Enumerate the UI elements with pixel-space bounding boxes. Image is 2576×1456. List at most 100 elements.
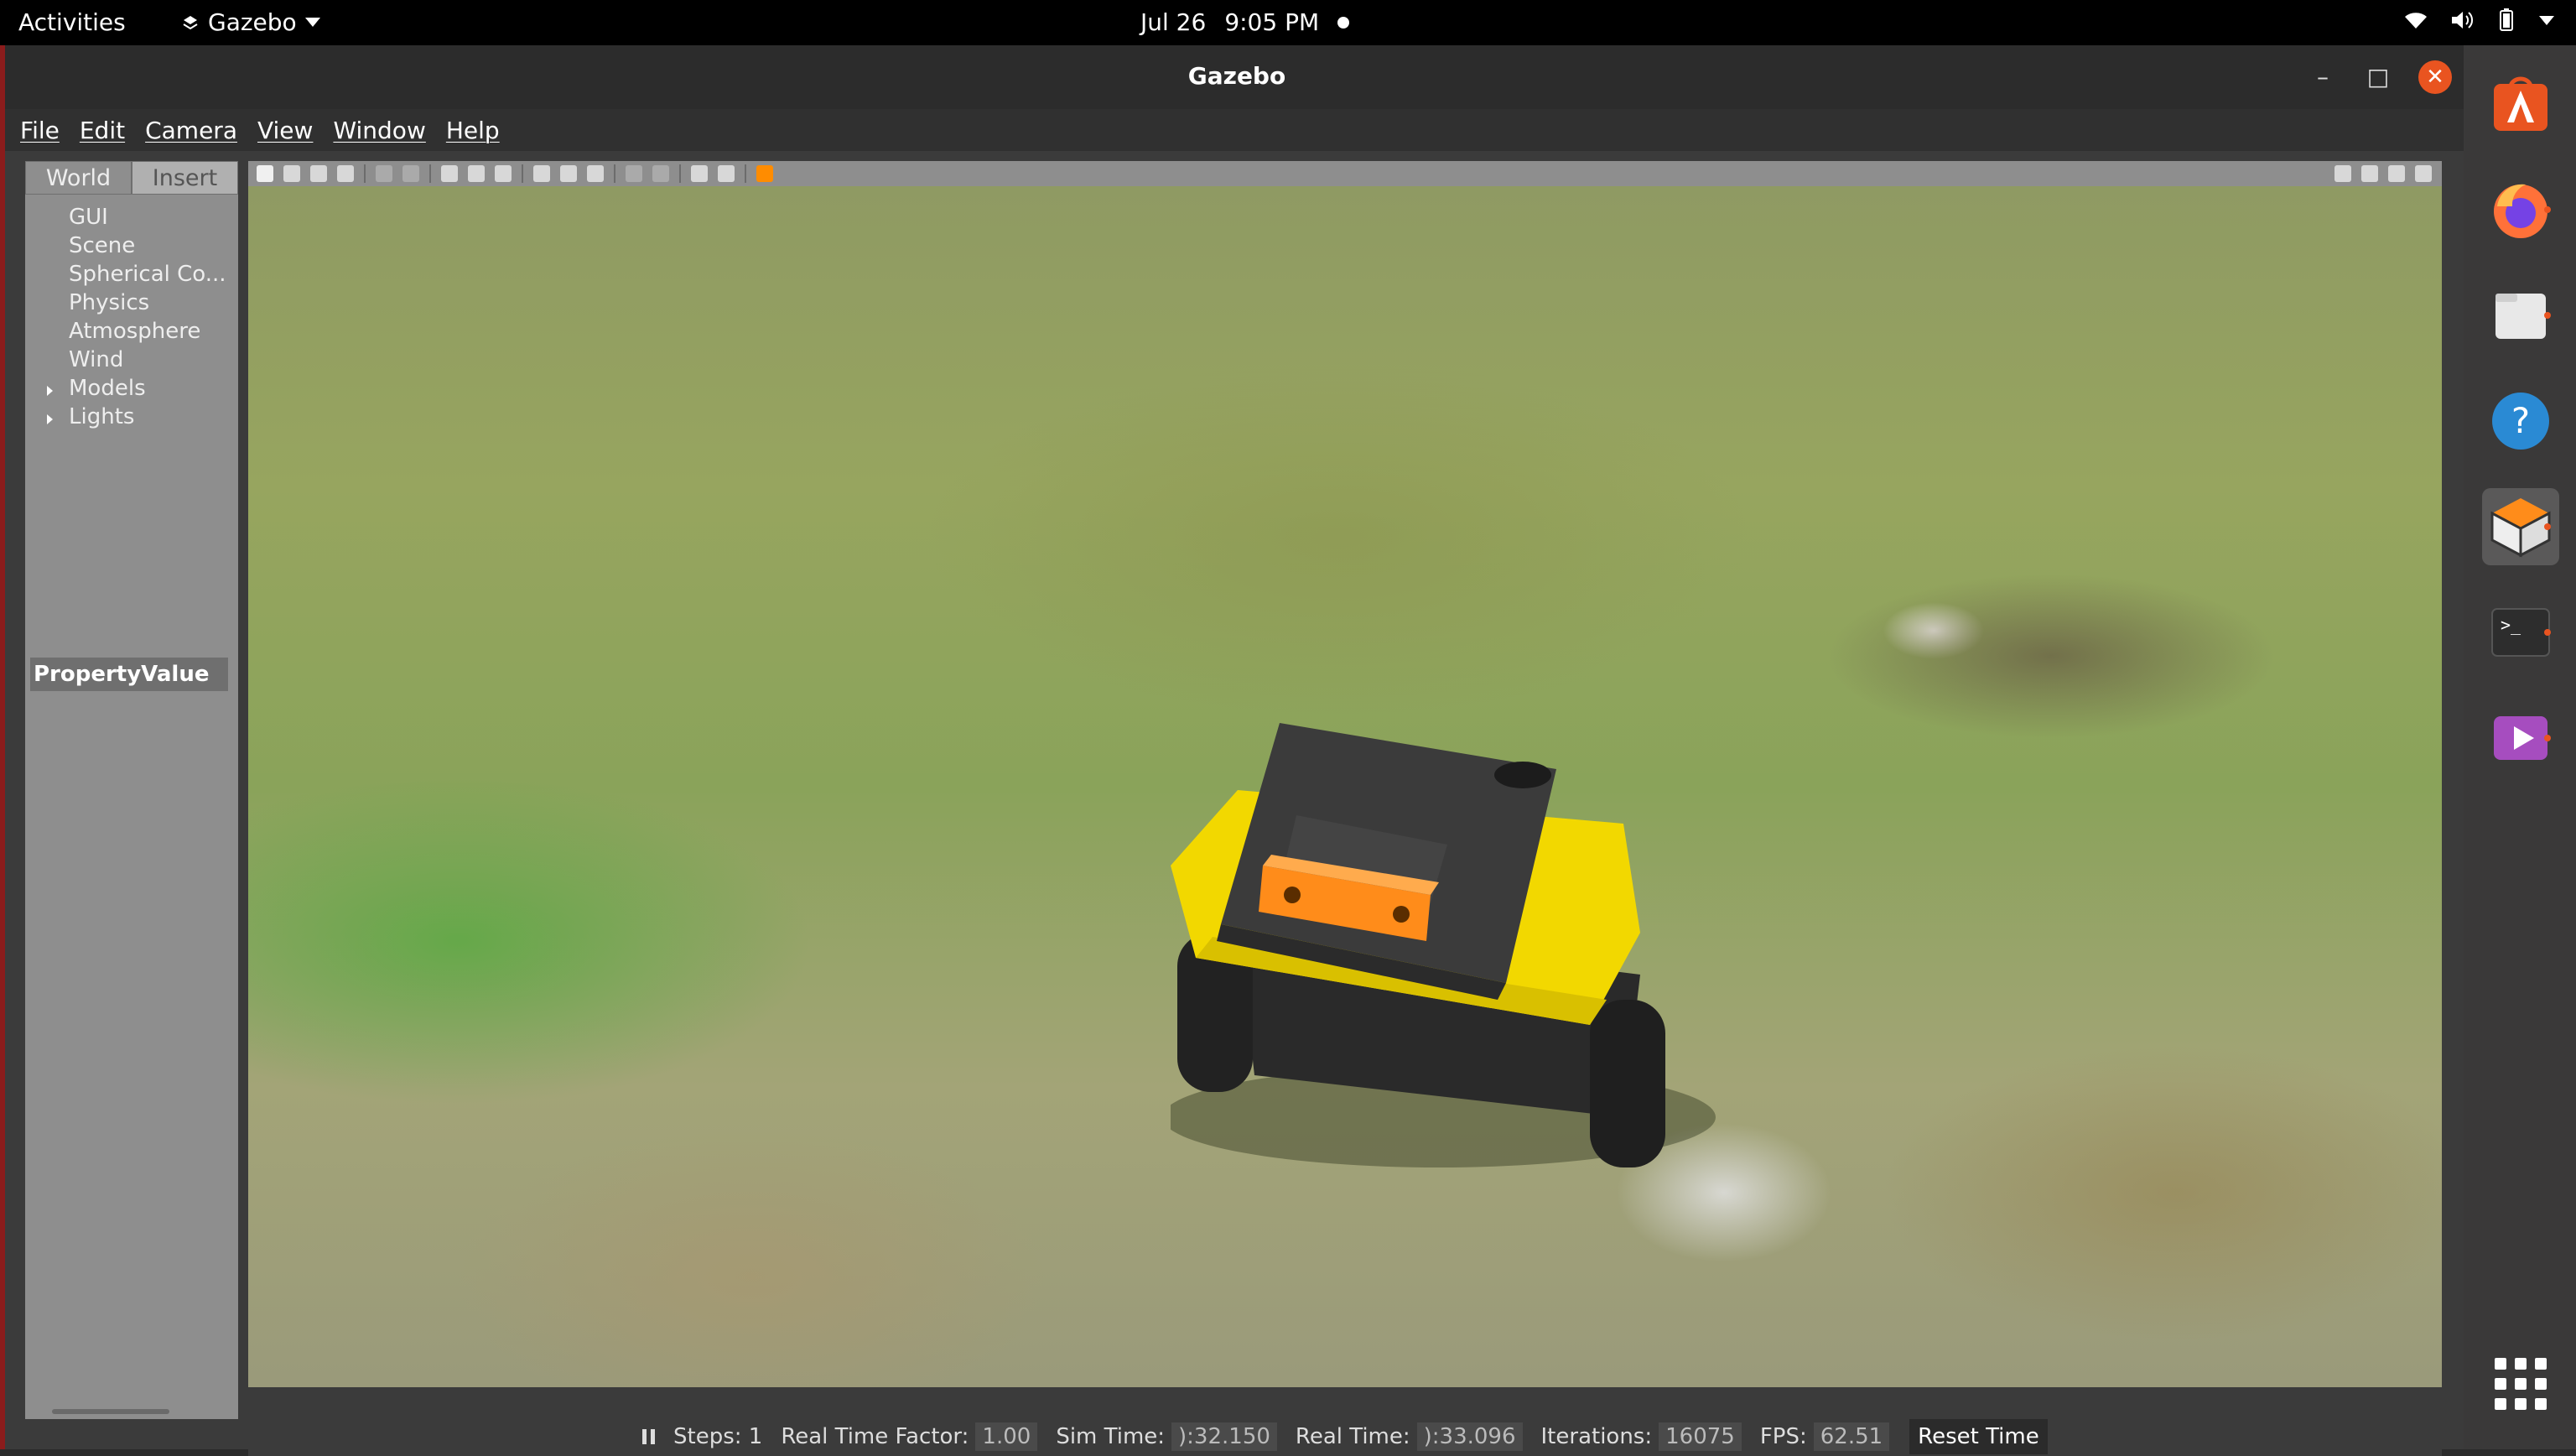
snap-icon[interactable] <box>718 165 735 182</box>
running-indicator <box>2544 735 2551 741</box>
close-button[interactable]: ✕ <box>2418 60 2452 94</box>
firefox-icon[interactable] <box>2482 171 2559 248</box>
iterations-value: 16075 <box>1659 1422 1742 1451</box>
tree-item-lights[interactable]: Lights <box>25 404 238 433</box>
3d-viewport[interactable] <box>248 186 2442 1387</box>
log-icon[interactable] <box>2361 165 2378 182</box>
toolbar-divider <box>429 164 431 183</box>
wifi-icon <box>2405 13 2427 29</box>
software-center-icon[interactable] <box>2482 65 2559 143</box>
menu-view[interactable]: View <box>257 117 313 144</box>
maximize-button[interactable]: □ <box>2361 60 2395 94</box>
menu-help[interactable]: Help <box>446 117 500 144</box>
notification-dot-icon <box>1337 16 1350 29</box>
sphere-shape-icon[interactable] <box>468 165 485 182</box>
box-shape-icon[interactable] <box>441 165 458 182</box>
volume-icon <box>2452 12 2474 29</box>
robot-model[interactable] <box>1171 723 1741 1193</box>
tree-item-label: Models <box>69 376 146 401</box>
change-view-icon[interactable] <box>756 165 773 182</box>
property-header: PropertyValue <box>30 658 228 691</box>
menu-camera[interactable]: Camera <box>145 117 237 144</box>
rtf-value: 1.00 <box>975 1422 1038 1451</box>
spot-light-icon[interactable] <box>560 165 577 182</box>
menu-window[interactable]: Window <box>333 117 425 144</box>
tab-insert[interactable]: Insert <box>132 161 238 195</box>
panel-tabs: World Insert <box>25 161 238 195</box>
terminal-icon[interactable]: >_ <box>2482 594 2559 671</box>
battery-icon <box>2500 8 2513 31</box>
gazebo-icon[interactable] <box>2482 488 2559 565</box>
redo-icon[interactable] <box>402 165 419 182</box>
help-icon[interactable]: ? <box>2482 382 2559 460</box>
point-light-icon[interactable] <box>533 165 550 182</box>
expand-arrow-icon[interactable] <box>47 386 53 396</box>
toolbar-right-group <box>2334 165 2442 182</box>
rotate-mode-icon[interactable] <box>310 165 327 182</box>
pause-button[interactable] <box>642 1429 655 1444</box>
steps-label[interactable]: Steps: 1 <box>673 1424 762 1449</box>
media-player-icon[interactable] <box>2482 699 2559 777</box>
fps-label: FPS: <box>1759 1424 1807 1449</box>
window-title: Gazebo <box>1187 62 1286 90</box>
minimize-button[interactable]: – <box>2306 60 2340 94</box>
show-applications-icon[interactable] <box>2482 1345 2559 1422</box>
system-tray[interactable] <box>2403 8 2554 32</box>
running-indicator <box>2544 206 2551 213</box>
svg-text:?: ? <box>2511 400 2530 441</box>
tree-item-wind[interactable]: Wind <box>25 347 238 376</box>
menu-file[interactable]: File <box>20 117 60 144</box>
tree-item-scene[interactable]: Scene <box>25 233 238 262</box>
undo-icon[interactable] <box>376 165 392 182</box>
toolbar-divider <box>364 164 366 183</box>
paste-icon[interactable] <box>652 165 669 182</box>
select-mode-icon[interactable] <box>257 165 273 182</box>
translate-mode-icon[interactable] <box>283 165 300 182</box>
files-icon[interactable] <box>2482 277 2559 354</box>
real-time-value: ):33.096 <box>1416 1422 1523 1451</box>
running-indicator <box>2544 312 2551 319</box>
clock[interactable]: Jul 26 9:05 PM <box>1140 8 1350 36</box>
app-menu[interactable]: Gazebo <box>181 8 320 36</box>
gazebo-window: Gazebo – □ ✕ File Edit Camera View Windo… <box>0 45 2469 1456</box>
video-record-icon[interactable] <box>2415 165 2432 182</box>
tree-item-models[interactable]: Models <box>25 376 238 404</box>
tree-item-atmosphere[interactable]: Atmosphere <box>25 319 238 347</box>
gazebo-small-icon <box>183 15 198 29</box>
tree-item-label: Lights <box>69 404 135 429</box>
activities-button[interactable]: Activities <box>18 8 126 36</box>
date-text: Jul 26 <box>1140 8 1207 36</box>
tree-item-gui[interactable]: GUI <box>25 205 238 233</box>
cylinder-shape-icon[interactable] <box>495 165 512 182</box>
toolbar-divider <box>614 164 615 183</box>
system-top-bar: Activities Gazebo Jul 26 9:05 PM <box>0 0 2576 45</box>
expand-arrow-icon[interactable] <box>47 414 53 424</box>
left-panel: World Insert GUI Scene Spherical Co... P… <box>25 161 238 1419</box>
screenshot-icon[interactable] <box>2334 165 2351 182</box>
status-bar: Steps: 1 Real Time Factor: 1.00 Sim Time… <box>248 1417 2442 1456</box>
horizontal-scrollbar[interactable] <box>52 1409 169 1414</box>
tree-item-physics[interactable]: Physics <box>25 290 238 319</box>
scene-toolbar <box>248 161 2442 186</box>
world-tree: GUI Scene Spherical Co... Physics Atmosp… <box>25 195 238 433</box>
tab-world[interactable]: World <box>25 161 132 195</box>
real-time-label: Real Time: <box>1295 1424 1410 1449</box>
fps-value: 62.51 <box>1813 1422 1890 1451</box>
rtf-label: Real Time Factor: <box>781 1424 969 1449</box>
tree-item-spherical-coordinates[interactable]: Spherical Co... <box>25 262 238 290</box>
dock: ? >_ <box>2464 45 2576 1449</box>
plot-icon[interactable] <box>2388 165 2405 182</box>
menu-edit[interactable]: Edit <box>80 117 125 144</box>
toolbar-divider <box>522 164 523 183</box>
toolbar-divider <box>745 164 746 183</box>
scale-mode-icon[interactable] <box>337 165 354 182</box>
align-icon[interactable] <box>691 165 708 182</box>
svg-text:>_: >_ <box>2501 615 2521 635</box>
title-bar[interactable]: Gazebo – □ ✕ <box>5 45 2469 109</box>
copy-icon[interactable] <box>626 165 642 182</box>
sim-time-value: ):32.150 <box>1171 1422 1277 1451</box>
chevron-down-icon <box>304 18 320 27</box>
running-indicator <box>2544 523 2551 530</box>
toolbar-divider <box>679 164 681 183</box>
directional-light-icon[interactable] <box>587 165 604 182</box>
